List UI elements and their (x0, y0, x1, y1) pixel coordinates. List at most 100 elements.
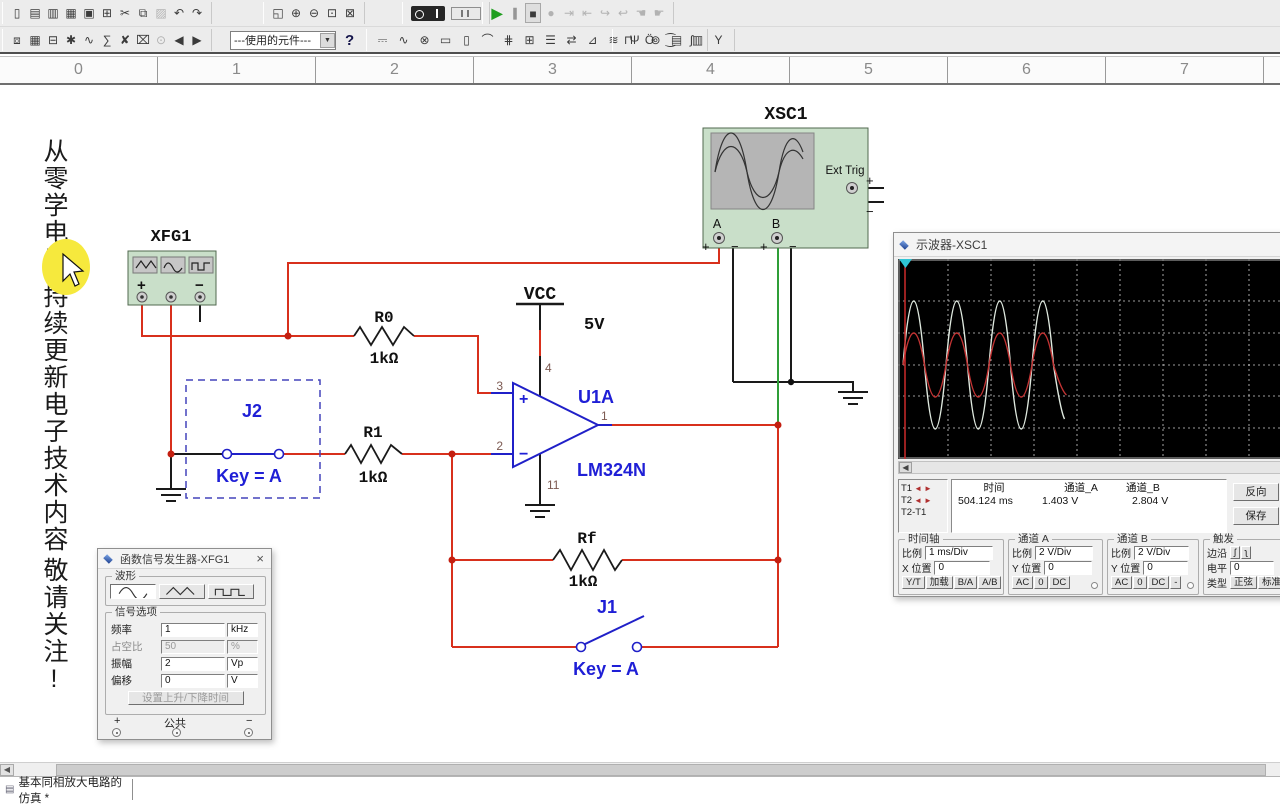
t1-left-arrow[interactable]: ◄ (914, 484, 922, 493)
probe-hand-left-icon[interactable]: ☚ (633, 3, 649, 23)
wattmeter-icon[interactable]: ⊗ (415, 30, 434, 50)
undo-icon[interactable]: ↶ (171, 3, 187, 23)
row-unit-field[interactable]: Vp (227, 657, 258, 671)
reverse-probe-icon[interactable]: ⊙ (153, 30, 169, 50)
timebase-scale-field[interactable]: 1 ms/Div (925, 546, 993, 560)
forward-annotate-icon[interactable]: ▶ (189, 30, 205, 50)
fgen-close-button[interactable]: × (254, 552, 266, 566)
t1-right-arrow[interactable]: ► (924, 484, 932, 493)
stop-simulation-icon[interactable]: ■ (525, 3, 541, 23)
save-icon[interactable]: ▦ (63, 3, 79, 23)
sine-wave-button[interactable] (110, 584, 156, 599)
channel-b-coupling-button[interactable]: DC (1148, 576, 1170, 589)
triangle-wave-button[interactable] (159, 584, 205, 599)
word-generator-icon[interactable]: ⊞ (520, 30, 539, 50)
graphs-icon[interactable]: ∿ (81, 30, 97, 50)
timebase-mode-button[interactable]: A/B (978, 576, 1001, 589)
erc-check-icon[interactable]: ✘ (117, 30, 133, 50)
channel-b-radio[interactable] (1187, 582, 1194, 589)
dropdown-arrow-icon[interactable]: ▼ (320, 33, 335, 48)
open-file-icon[interactable]: ▤ (27, 3, 43, 23)
horizontal-scrollbar[interactable]: ◀ (0, 762, 1280, 776)
zoom-in-icon[interactable]: ⊕ (288, 3, 304, 23)
zoom-out-icon[interactable]: ⊖ (306, 3, 322, 23)
channel-a-radio[interactable] (1091, 582, 1098, 589)
labview-instrument-icon[interactable]: ⁐ (661, 30, 680, 50)
scope-scroll-left-icon[interactable]: ◀ (899, 462, 912, 473)
design-toolbox-icon[interactable]: ⧈ (9, 30, 25, 50)
row-value-field[interactable]: 0 (161, 674, 225, 688)
fullscreen-icon[interactable]: ◱ (270, 3, 286, 23)
rise-fall-time-button[interactable]: 设置上升/下降时间 (128, 691, 244, 705)
fgen-plus-terminal[interactable] (112, 728, 121, 737)
fgen-common-terminal[interactable] (172, 728, 181, 737)
postprocessor-icon[interactable]: ∑ (99, 30, 115, 50)
transient-analysis-icon[interactable]: ∫ (682, 30, 701, 50)
multimeter-icon[interactable]: ⎓ (373, 30, 392, 50)
channel-a-coupling-button[interactable]: AC (1012, 576, 1033, 589)
agilent-oscilloscope-icon[interactable]: Y (709, 30, 728, 50)
channel-b-coupling-button[interactable]: - (1170, 576, 1181, 589)
channel-b-coupling-button[interactable]: 0 (1133, 576, 1146, 589)
scope-titlebar[interactable]: 示波器-XSC1 (894, 233, 1280, 257)
new-file-icon[interactable]: ▯ (9, 3, 25, 23)
trigger-type-button[interactable]: 正弦 (1230, 576, 1257, 589)
timebase-mode-button[interactable]: B/A (954, 576, 977, 589)
redo-icon[interactable]: ↷ (189, 3, 205, 23)
row-value-field[interactable]: 2 (161, 657, 225, 671)
oscilloscope-icon[interactable]: ▭ (436, 30, 455, 50)
function-generator-icon[interactable]: ∿ (394, 30, 413, 50)
pause-switch-icon[interactable] (451, 7, 481, 20)
help-button[interactable]: ? (339, 32, 360, 49)
step-back-icon[interactable]: ↩ (615, 3, 631, 23)
oscilloscope-window[interactable]: 示波器-XSC1 ◀ T1 ◄ ► T2 ◄ ► T2-T1 时间通道_A通道_… (893, 232, 1280, 597)
logic-analyzer-icon[interactable]: ☰ (541, 30, 560, 50)
trigger-edge-button[interactable]: ʃ (1230, 546, 1240, 559)
print-icon[interactable]: ▣ (81, 3, 97, 23)
iv-analyzer-icon[interactable]: ⊿ (583, 30, 602, 50)
row-unit-field[interactable]: V (227, 674, 258, 688)
row-unit-field[interactable]: % (227, 640, 258, 654)
fgen-minus-terminal[interactable] (244, 728, 253, 737)
channel-a-coupling-button[interactable]: 0 (1034, 576, 1047, 589)
channel-a-scale-field[interactable]: 2 V/Div (1035, 546, 1093, 560)
run-switch-icon[interactable] (411, 6, 445, 21)
zoom-fit-icon[interactable]: ⊠ (342, 3, 358, 23)
in-use-list-dropdown[interactable]: ---使用的元件--- ▼ (230, 31, 336, 50)
t2-left-arrow[interactable]: ◄ (914, 496, 922, 505)
frequency-counter-icon[interactable]: ⋕ (499, 30, 518, 50)
timebase-mode-button[interactable]: Y/T (902, 576, 925, 589)
fgen-titlebar[interactable]: 函数信号发生器-XFG1 × (98, 549, 271, 569)
xsc1-component[interactable] (703, 128, 868, 248)
run-simulation-icon[interactable]: ▶ (489, 3, 505, 23)
scope-screen[interactable] (898, 259, 1280, 459)
cut-icon[interactable]: ✂ (117, 3, 133, 23)
component-wizard-icon[interactable]: ✱ (63, 30, 79, 50)
capture-area-icon[interactable]: ⌧ (135, 30, 151, 50)
hscroll-left-icon[interactable]: ◀ (0, 764, 14, 776)
paste-icon[interactable]: ▨ (153, 3, 169, 23)
t2-right-arrow[interactable]: ► (924, 496, 932, 505)
timebase-mode-button[interactable]: 加载 (926, 576, 953, 589)
channel-a-coupling-button[interactable]: DC (1049, 576, 1071, 589)
step-into-icon[interactable]: ⇥ (561, 3, 577, 23)
switch-j1[interactable] (577, 616, 645, 652)
probe-hand-right-icon[interactable]: ☛ (651, 3, 667, 23)
sheet-tab[interactable]: ▤ 基本同相放大电路的仿真 * (2, 779, 133, 800)
zoom-area-icon[interactable]: ⊡ (324, 3, 340, 23)
row-unit-field[interactable]: kHz (227, 623, 258, 637)
row-value-field[interactable]: 50 (161, 640, 225, 654)
function-generator-dialog[interactable]: 函数信号发生器-XFG1 × 波形 信号选项 频率 1 kHz 占空比 50 % (97, 548, 272, 740)
reverse-button[interactable]: 反向 (1233, 483, 1279, 501)
current-probe-icon[interactable]: Ö (640, 30, 659, 50)
step-out-icon[interactable]: ⇤ (579, 3, 595, 23)
record-icon[interactable]: ● (543, 3, 559, 23)
channel-a-y-field[interactable]: 0 (1044, 561, 1092, 575)
spreadsheet-view-icon[interactable]: ▦ (27, 30, 43, 50)
channel-b-y-field[interactable]: 0 (1143, 561, 1188, 575)
trigger-type-button[interactable]: 标准 (1258, 576, 1280, 589)
channel-b-coupling-button[interactable]: AC (1111, 576, 1132, 589)
hscroll-thumb[interactable] (56, 764, 1266, 776)
back-annotate-icon[interactable]: ◀ (171, 30, 187, 50)
bode-plotter-icon[interactable]: ⌒ (478, 30, 497, 50)
